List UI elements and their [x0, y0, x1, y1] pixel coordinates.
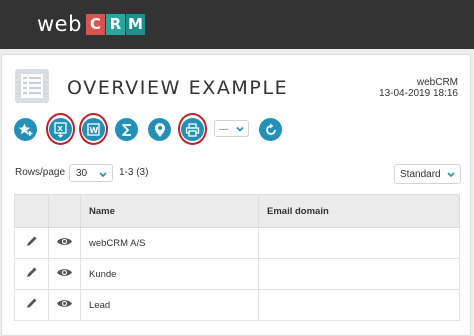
map-button[interactable]	[148, 118, 171, 141]
header-view-cell	[48, 194, 81, 228]
webcrm-logo[interactable]: web C R M	[37, 12, 146, 36]
sum-button[interactable]	[115, 118, 138, 141]
print-button[interactable]	[181, 118, 204, 141]
email-domain-cell	[258, 289, 460, 321]
edit-cell[interactable]	[14, 289, 49, 321]
edit-cell[interactable]	[14, 227, 49, 259]
view-cell[interactable]	[48, 258, 81, 290]
more-actions-select[interactable]: ---	[214, 120, 249, 137]
reset-button[interactable]	[259, 118, 282, 141]
view-cell[interactable]	[48, 227, 81, 259]
current-user: webCRM	[416, 77, 458, 88]
overview-table: Name Email domain webCRM A/S Kunde Lead	[14, 194, 460, 321]
logo-letter-c: C	[85, 13, 105, 35]
view-cell[interactable]	[48, 289, 81, 321]
chevron-down-icon	[99, 172, 107, 178]
column-header-name[interactable]: Name	[80, 194, 259, 228]
page-title: OVERVIEW EXAMPLE	[67, 77, 289, 99]
logo-prefix: web	[37, 12, 82, 36]
edit-cell[interactable]	[14, 258, 49, 290]
refresh-icon	[265, 123, 276, 135]
name-cell[interactable]: webCRM A/S	[80, 227, 259, 259]
map-pin-icon	[154, 122, 165, 137]
eye-icon[interactable]	[56, 267, 73, 278]
pencil-icon[interactable]	[25, 297, 38, 310]
name-cell[interactable]: Kunde	[80, 258, 259, 290]
table-row[interactable]: webCRM A/S	[14, 227, 460, 259]
column-header-email-domain[interactable]: Email domain	[258, 194, 460, 228]
sigma-icon	[121, 123, 131, 136]
name-cell[interactable]: Lead	[80, 289, 259, 321]
eye-icon[interactable]	[56, 298, 73, 309]
word-export-icon: W	[87, 123, 100, 136]
overview-document-icon	[15, 69, 49, 103]
svg-text:X: X	[58, 125, 64, 133]
export-word-button[interactable]: W	[82, 118, 105, 141]
logo-letter-m: M	[125, 13, 145, 35]
header-edit-cell	[14, 194, 49, 228]
pencil-icon[interactable]	[25, 266, 38, 279]
top-bar: web C R M	[0, 0, 474, 49]
view-select-value: Standard	[400, 168, 441, 180]
email-domain-cell	[258, 258, 460, 290]
rows-per-page-label: Rows/page	[15, 167, 66, 178]
rows-per-page-value: 30	[76, 167, 88, 179]
chevron-down-icon	[236, 126, 244, 132]
table-header-row: Name Email domain	[14, 194, 460, 228]
table-row[interactable]: Kunde	[14, 258, 460, 290]
printer-icon	[185, 122, 200, 137]
current-datetime: 13-04-2019 18:16	[379, 88, 458, 99]
add-favorite-button[interactable]	[14, 118, 37, 141]
svg-text:W: W	[89, 126, 98, 135]
record-range: 1-3 (3)	[119, 167, 149, 178]
pencil-icon[interactable]	[25, 235, 38, 248]
star-plus-icon	[18, 123, 33, 136]
export-excel-button[interactable]: X	[49, 118, 72, 141]
excel-export-icon: X	[54, 121, 67, 138]
table-row[interactable]: Lead	[14, 289, 460, 321]
rows-per-page-select[interactable]: 30	[69, 164, 113, 182]
email-domain-cell	[258, 227, 460, 259]
chevron-down-icon	[447, 172, 455, 178]
view-select[interactable]: Standard	[394, 164, 461, 184]
eye-icon[interactable]	[56, 236, 73, 247]
logo-letter-r: R	[105, 13, 125, 35]
more-actions-value: ---	[219, 123, 228, 134]
